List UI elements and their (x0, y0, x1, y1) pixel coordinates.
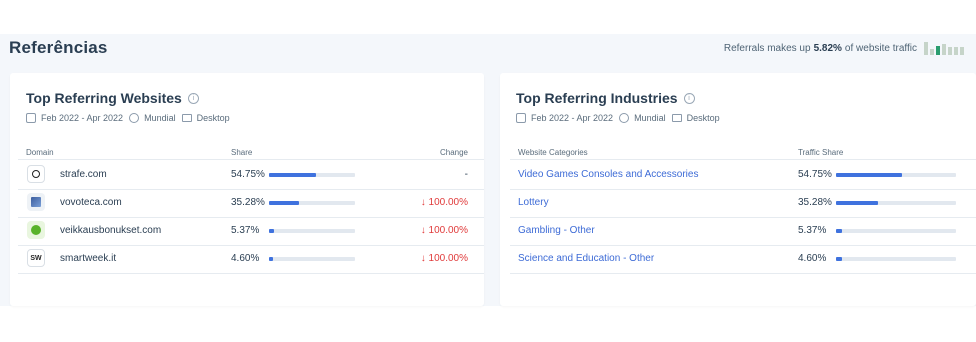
traffic-share-value: 54.75% (798, 169, 832, 180)
table-row[interactable]: veikkausbonukset.com 5.37% ↓ 100.00% (10, 217, 484, 245)
domain-link[interactable]: strafe.com (60, 169, 107, 180)
table-row[interactable]: Lottery 35.28% (500, 189, 976, 217)
industries-title: Top Referring Industries (516, 90, 678, 106)
domain-link[interactable]: vovoteca.com (60, 197, 122, 208)
sw-icon: SW (27, 249, 45, 267)
traffic-share-bar (836, 201, 956, 205)
region: Mundial (144, 113, 176, 123)
col-share[interactable]: Share (231, 148, 252, 157)
table-row[interactable]: strafe.com 54.75% - (10, 161, 484, 189)
target-icon (27, 165, 45, 183)
websites-title: Top Referring Websites (26, 90, 182, 106)
date-range: Feb 2022 - Apr 2022 (531, 113, 614, 123)
change-value: ↓ 100.00% (420, 197, 468, 208)
websites-meta: Feb 2022 - Apr 2022 Mundial Desktop (26, 113, 230, 123)
traffic-share-bar-fill (836, 257, 842, 261)
card-title: Top Referring Websites i (26, 90, 199, 106)
table-row[interactable]: Video Games Consoles and Accessories 54.7… (500, 161, 976, 189)
calendar-icon (516, 113, 526, 123)
share-bar-fill (269, 201, 300, 205)
calendar-icon (26, 113, 36, 123)
info-icon[interactable]: i (187, 92, 199, 104)
category-link[interactable]: Video Games Consoles and Accessories (518, 169, 698, 180)
traffic-share-bar (836, 229, 956, 233)
col-change[interactable]: Change (440, 148, 468, 157)
device: Desktop (196, 113, 230, 123)
traffic-share-bar-fill (836, 173, 902, 177)
traffic-share-bar (836, 173, 956, 177)
summary-suffix: of website traffic (844, 42, 917, 54)
vovoteca-icon (27, 193, 45, 211)
summary-prefix: Referrals makes up (723, 42, 811, 54)
traffic-share-bar-fill (836, 201, 879, 205)
table-row[interactable]: Gambling - Other 5.37% (500, 217, 976, 245)
card-title: Top Referring Industries i (516, 90, 695, 106)
desktop-icon (671, 114, 682, 122)
traffic-mini-bars-icon (924, 41, 966, 55)
globe-icon (129, 113, 140, 123)
col-traffic-share[interactable]: Traffic Share (798, 148, 843, 157)
traffic-share-value: 4.60% (798, 253, 827, 264)
date-range: Feb 2022 - Apr 2022 (41, 113, 124, 123)
referrals-section: Referências Referrals makes up 5.82% of … (0, 34, 976, 306)
traffic-share-bar (836, 257, 956, 261)
traffic-share-bar-fill (836, 229, 843, 233)
category-link[interactable]: Science and Education - Other (518, 253, 654, 264)
col-category[interactable]: Website Categories (518, 148, 588, 157)
desktop-icon (181, 114, 192, 122)
share-bar (269, 257, 355, 261)
share-bar-fill (269, 173, 317, 177)
share-value: 4.60% (231, 253, 260, 264)
share-bar (269, 229, 355, 233)
traffic-share-value: 35.28% (798, 197, 832, 208)
device: Desktop (686, 113, 720, 123)
col-domain[interactable]: Domain (26, 148, 54, 157)
referrals-summary: Referrals makes up 5.82% of website traf… (724, 41, 966, 55)
top-referring-websites-card: Top Referring Websites i Feb 2022 - Apr … (10, 73, 484, 306)
change-value: - (464, 169, 468, 180)
top-referring-industries-card: Top Referring Industries i Feb 2022 - Ap… (500, 73, 976, 306)
share-bar-fill (269, 229, 274, 233)
share-value: 54.75% (231, 169, 265, 180)
category-link[interactable]: Lottery (518, 197, 549, 208)
globe-icon (619, 113, 630, 123)
section-title: Referências (9, 38, 108, 57)
region: Mundial (634, 113, 666, 123)
share-value: 5.37% (231, 225, 260, 236)
change-value: ↓ 100.00% (420, 253, 468, 264)
change-value: ↓ 100.00% (420, 225, 468, 236)
share-bar-fill (269, 257, 273, 261)
table-row[interactable]: Science and Education - Other 4.60% (500, 245, 976, 273)
veikkaus-icon (27, 221, 45, 239)
domain-link[interactable]: veikkausbonukset.com (60, 225, 161, 236)
table-row[interactable]: SW smartweek.it 4.60% ↓ 100.00% (10, 245, 484, 273)
share-value: 35.28% (231, 197, 265, 208)
category-link[interactable]: Gambling - Other (518, 225, 595, 236)
traffic-share-value: 5.37% (798, 225, 827, 236)
summary-value: 5.82% (813, 42, 842, 54)
share-bar (269, 201, 355, 205)
industries-meta: Feb 2022 - Apr 2022 Mundial Desktop (516, 113, 720, 123)
domain-link[interactable]: smartweek.it (60, 253, 116, 264)
table-row[interactable]: vovoteca.com 35.28% ↓ 100.00% (10, 189, 484, 217)
info-icon[interactable]: i (683, 92, 695, 104)
share-bar (269, 173, 355, 177)
